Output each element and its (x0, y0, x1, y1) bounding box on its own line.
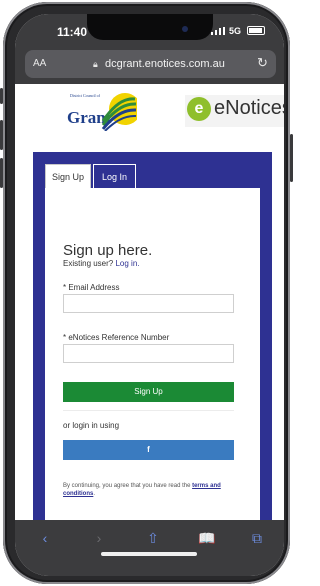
tabs-icon[interactable]: ⧉ (247, 530, 267, 547)
volume-up-button (0, 120, 3, 150)
notch (87, 14, 213, 40)
status-time: 11:40 (57, 25, 88, 39)
signup-form: Sign up here. Existing user? Log in. * E… (45, 188, 260, 520)
site-header: District Council of Grant e eNotices (15, 84, 284, 138)
council-logo-line: District Council of (70, 93, 100, 98)
back-icon[interactable]: ‹ (35, 530, 55, 546)
front-camera (182, 26, 188, 32)
share-icon[interactable]: ⇧ (143, 530, 163, 547)
url-field[interactable]: AA 🔒︎ dcgrant.enotices.com.au ↻ (25, 50, 276, 78)
enotices-mark: e (187, 97, 211, 121)
screen: 11:40 5G AA 🔒︎ dcgrant.enotices.com.au ↻… (15, 14, 284, 576)
terms-notice: By continuing, you agree that you have r… (63, 482, 234, 498)
tab-log-in[interactable]: Log In (93, 164, 136, 188)
enotices-name: eNotices (214, 97, 284, 119)
email-field[interactable] (63, 294, 234, 313)
email-label: * Email Address (63, 283, 120, 292)
browser-address-bar: AA 🔒︎ dcgrant.enotices.com.au ↻ (15, 44, 284, 84)
phone-frame: 11:40 5G AA 🔒︎ dcgrant.enotices.com.au ↻… (0, 2, 293, 584)
form-heading: Sign up here. (63, 242, 153, 259)
auth-panel: Sign Up Log In Sign up here. Existing us… (33, 152, 272, 520)
signal-icon (211, 27, 225, 35)
network-type: 5G (229, 26, 242, 36)
page-content: Sign Up Log In Sign up here. Existing us… (15, 138, 284, 520)
reference-number-field[interactable] (63, 344, 234, 363)
divider (63, 410, 234, 411)
reload-icon[interactable]: ↻ (257, 55, 268, 71)
facebook-login-button[interactable]: f (63, 440, 234, 460)
forward-icon[interactable]: › (89, 530, 109, 546)
power-button (290, 134, 293, 182)
login-link[interactable]: Log in. (115, 259, 139, 268)
council-swoosh-icon (101, 93, 137, 131)
existing-user-prefix: Existing user? (63, 259, 114, 268)
lock-icon: 🔒︎ (93, 59, 98, 69)
silent-switch (0, 88, 3, 104)
council-logo[interactable]: District Council of Grant (67, 91, 137, 133)
battery-icon (247, 26, 265, 35)
terms-suffix: . (93, 491, 96, 497)
browser-toolbar: ‹ › ⇧ 📖 ⧉ (15, 520, 284, 576)
tab-sign-up[interactable]: Sign Up (45, 164, 91, 188)
existing-user-text: Existing user? Log in. (63, 259, 140, 268)
social-login-label: or login in using (63, 421, 120, 430)
reference-number-label: * eNotices Reference Number (63, 333, 170, 342)
terms-prefix: By continuing, you agree that you have r… (63, 483, 191, 489)
bookmarks-icon[interactable]: 📖 (197, 530, 217, 547)
home-indicator[interactable] (101, 552, 197, 556)
url-text[interactable]: dcgrant.enotices.com.au (105, 58, 225, 70)
sign-up-button[interactable]: Sign Up (63, 382, 234, 402)
text-size-button[interactable]: AA (33, 58, 46, 69)
volume-down-button (0, 158, 3, 188)
enotices-logo[interactable]: e eNotices (185, 95, 284, 127)
status-bar: 11:40 5G (15, 14, 284, 44)
